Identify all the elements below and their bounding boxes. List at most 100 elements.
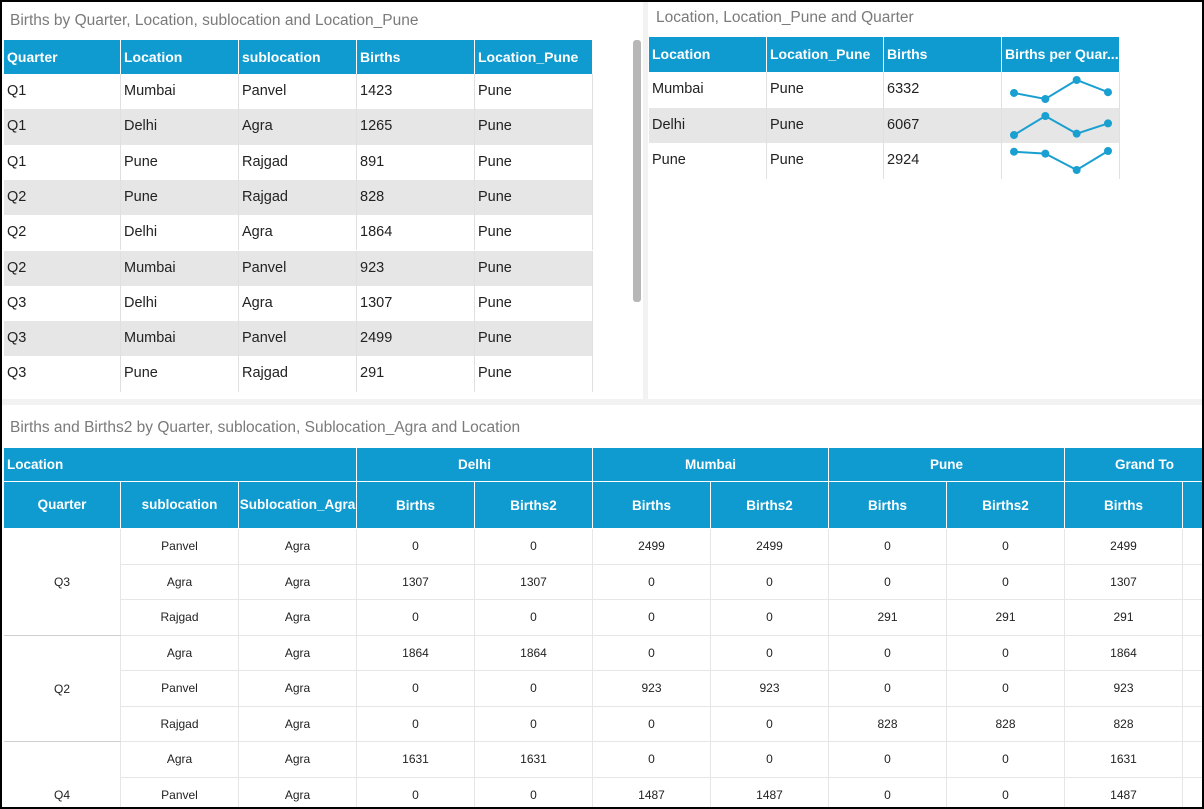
sparkline-point [1104,118,1112,127]
value-cell: 0 [475,777,593,807]
header-location[interactable]: Location [121,40,239,74]
value-cell: 1307 [475,564,593,600]
table-cell: Rajgad [239,356,357,392]
header-sublocation[interactable]: sublocation [239,40,357,74]
sublocation-cell: Rajgad [121,600,239,636]
table-cell: Q1 [4,109,121,145]
births-sparkline [1010,147,1112,174]
measure-header-births2[interactable]: Births2 [947,482,1065,529]
table-cell: Mumbai [121,250,239,286]
quarter-cell: Q3 [4,529,121,636]
table-cell: Delhi [121,285,239,322]
header-location-pune[interactable]: Location_Pune [475,40,593,74]
table-cell: Q3 [4,285,121,322]
table-cell: Agra [239,109,357,145]
row-header-quarter[interactable]: Quarter [4,482,121,529]
sublocation-agra-cell: Agra [239,742,357,778]
sparkline-cell [1002,72,1120,108]
header-births[interactable]: Births [357,40,475,74]
measure-header-births[interactable]: Births [1065,482,1183,529]
value-cell: 2499 [1065,529,1183,565]
sublocation-agra-cell: Agra [239,706,357,742]
value-cell: 0 [947,742,1065,778]
sparkline-point [1072,76,1081,84]
header-births-per-quar-[interactable]: Births per Quar... [1002,37,1120,72]
sparkline-path [1013,78,1109,101]
table-cell: Mumbai [121,321,239,357]
table-cell: 6332 [884,72,1002,108]
sparkline-point [1072,166,1081,174]
table-cell: Rajgad [239,144,357,180]
value-cell: 0 [357,600,475,636]
sublocation-agra-cell: Agra [239,671,357,707]
sublocation-cell: Panvel [121,671,239,707]
value-cell: 1864 [357,635,475,671]
measure-header-births[interactable]: Births [593,482,711,529]
measure-header-births[interactable]: Births [829,482,947,529]
sublocation-cell: Rajgad [121,706,239,742]
sparkline-point [1041,95,1050,103]
table-cell: Pune [475,250,593,286]
value-cell: 1487 [711,777,829,807]
value-cell: 291 [947,600,1065,636]
table-cell: Pune [475,179,593,216]
table-cell: Q2 [4,250,121,286]
sparkline-point [1010,147,1018,156]
measure-header-births[interactable]: Births [357,482,475,529]
sublocation-cell: Panvel [121,777,239,807]
measure-header-births2[interactable]: Births2 [711,482,829,529]
table-cell: Panvel [239,74,357,110]
sparkline-point [1010,88,1018,97]
sparkline-point [1041,149,1050,158]
table-cell: Pune [121,144,239,180]
table-cell: Agra [239,215,357,251]
table-cell: Q1 [4,74,121,110]
header-location[interactable]: Location [649,37,767,72]
sublocation-cell: Panvel [121,529,239,565]
location-quarter-title: Location, Location_Pune and Quarter [656,9,914,26]
group-header-mumbai[interactable]: Mumbai [593,448,829,482]
sublocation-agra-cell: Agra [239,600,357,636]
sparkline-cell [1002,107,1120,143]
table-cell: Pune [475,109,593,145]
table-cell: 2924 [884,143,1002,179]
table-cell: Pune [121,356,239,392]
panel-divider-vertical [643,2,648,399]
table-cell: Pune [649,143,767,179]
header-location-pune[interactable]: Location_Pune [767,37,884,72]
vertical-scrollbar[interactable] [633,40,641,302]
value-cell-extra [1183,671,1202,707]
value-cell: 0 [711,706,829,742]
row-header-sublocation-agra[interactable]: Sublocation_Agra [239,482,357,529]
group-header-grand-to[interactable]: Grand To [1065,448,1202,482]
header-quarter[interactable]: Quarter [4,40,121,74]
value-cell: 0 [947,777,1065,807]
value-cell: 828 [829,706,947,742]
value-cell: 923 [1065,671,1183,707]
group-header-delhi[interactable]: Delhi [357,448,593,482]
value-cell: 0 [947,671,1065,707]
location-header[interactable]: Location [4,448,357,482]
table-cell: Q3 [4,321,121,357]
table-cell: Delhi [121,109,239,145]
value-cell: 828 [1065,706,1183,742]
panel-divider-horizontal [2,399,1202,405]
table-cell: Q2 [4,215,121,251]
value-cell: 1631 [475,742,593,778]
dashboard-frame: Births by Quarter, Location, sublocation… [0,0,1204,809]
table-cell: Pune [475,215,593,251]
table-cell: Mumbai [121,74,239,110]
value-cell: 0 [475,671,593,707]
value-cell: 0 [947,564,1065,600]
sublocation-agra-cell: Agra [239,777,357,807]
measure-header-births2[interactable]: Births2 [475,482,593,529]
table-cell: Pune [475,144,593,180]
value-cell: 0 [357,706,475,742]
value-cell-extra [1183,529,1202,565]
table-cell: Pune [767,143,884,179]
header-births[interactable]: Births [884,37,1002,72]
value-cell: 2499 [711,529,829,565]
row-header-sublocation[interactable]: sublocation [121,482,239,529]
sublocation-agra-cell: Agra [239,635,357,671]
group-header-pune[interactable]: Pune [829,448,1065,482]
